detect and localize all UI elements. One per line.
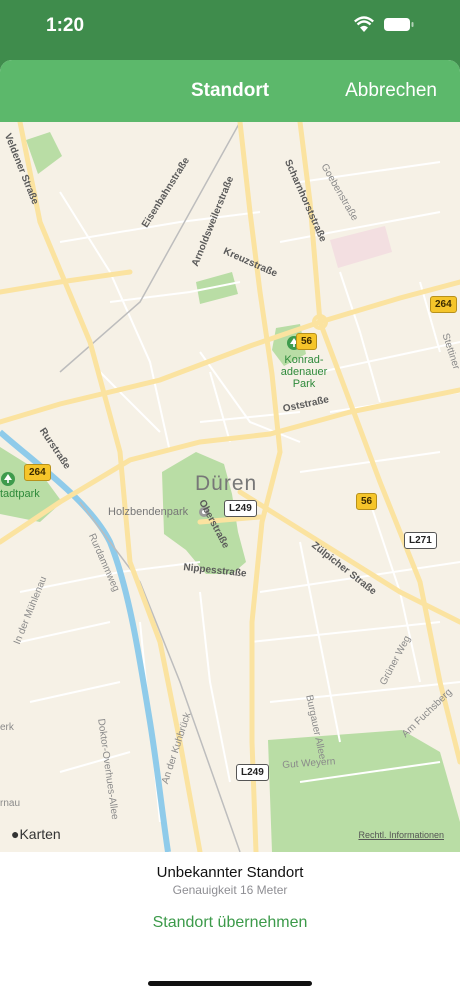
wifi-icon xyxy=(354,16,374,32)
street-label: erk xyxy=(0,722,14,733)
route-shield: L249 xyxy=(224,500,257,517)
park-label: Konrad-adenauer Park xyxy=(280,354,328,390)
maps-brand: ●Karten xyxy=(11,826,61,842)
route-shield: L249 xyxy=(236,764,269,781)
route-shield: 264 xyxy=(24,464,51,481)
accuracy-text: Genauigkeit 16 Meter xyxy=(172,883,288,897)
location-title: Unbekannter Standort xyxy=(156,864,304,881)
route-shield: 264 xyxy=(430,296,457,313)
brand-text: Karten xyxy=(19,826,61,842)
location-sheet: Standort Abbrechen Veldener Straße Eisen… xyxy=(0,60,460,996)
legal-link[interactable]: Rechtl. Informationen xyxy=(358,830,444,840)
route-shield: 56 xyxy=(356,493,378,510)
park-label: tadtpark xyxy=(0,488,40,500)
nav-bar: Standort Abbrechen xyxy=(0,60,460,122)
city-label: Düren xyxy=(195,472,258,495)
tree-icon xyxy=(1,472,15,486)
cancel-button[interactable]: Abbrechen xyxy=(345,80,437,102)
status-time: 1:20 xyxy=(46,15,85,36)
status-icons xyxy=(354,16,414,32)
street-label: rnau xyxy=(0,798,21,809)
home-indicator[interactable] xyxy=(148,981,312,986)
adopt-location-button[interactable]: Standort übernehmen xyxy=(0,914,460,932)
route-shield: L271 xyxy=(404,532,437,549)
location-panel: Unbekannter Standort Genauigkeit 16 Mete… xyxy=(0,852,460,996)
route-shield: 56 xyxy=(296,333,318,350)
status-bar: 1:20 xyxy=(0,0,460,60)
park-label: Holzbendenpark xyxy=(108,506,189,518)
map-view[interactable]: Veldener Straße Eisenbahnstraße Arnoldsw… xyxy=(0,122,460,852)
battery-icon xyxy=(384,18,414,31)
